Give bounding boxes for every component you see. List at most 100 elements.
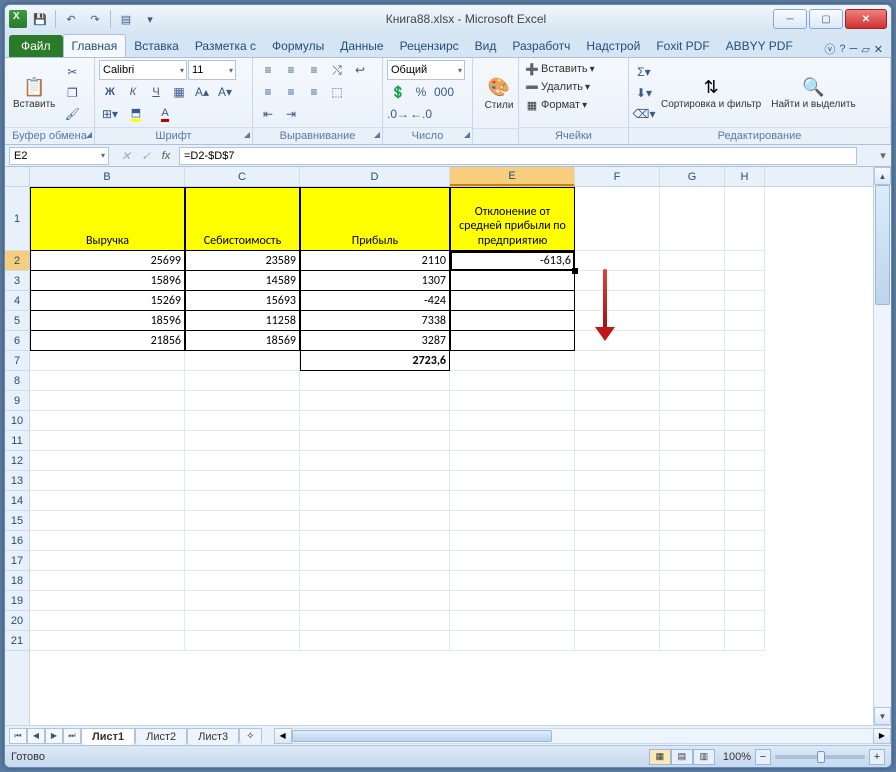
cell[interactable]: [30, 591, 185, 611]
cell[interactable]: [725, 591, 765, 611]
cell[interactable]: Отклонение от средней прибыли по предпри…: [450, 187, 575, 251]
cell[interactable]: [725, 187, 765, 251]
format-painter-icon[interactable]: 🖌: [61, 104, 83, 124]
cell[interactable]: [725, 451, 765, 471]
cell[interactable]: [660, 271, 725, 291]
cell[interactable]: [575, 531, 660, 551]
cell[interactable]: [575, 291, 660, 311]
mdi-restore-icon[interactable]: ▱: [861, 43, 869, 56]
fill-color-button[interactable]: ⬒: [122, 104, 150, 124]
font-name-combo[interactable]: Calibri: [99, 60, 187, 80]
select-all-corner[interactable]: [5, 167, 29, 187]
new-sheet-icon[interactable]: ✧: [239, 728, 261, 744]
cell[interactable]: [30, 551, 185, 571]
cell[interactable]: [450, 511, 575, 531]
cell[interactable]: [450, 291, 575, 311]
cell[interactable]: [575, 591, 660, 611]
decrease-font-icon[interactable]: A▾: [214, 82, 236, 102]
row-header[interactable]: 6: [5, 331, 29, 351]
cell[interactable]: [575, 351, 660, 371]
font-color-button[interactable]: A: [151, 104, 179, 124]
view-pagelayout-icon[interactable]: ▤: [671, 749, 693, 765]
row-header[interactable]: 21: [5, 631, 29, 651]
cell[interactable]: [30, 411, 185, 431]
cell[interactable]: [300, 451, 450, 471]
increase-font-icon[interactable]: A▴: [191, 82, 213, 102]
cell[interactable]: [300, 571, 450, 591]
border-dropdown-icon[interactable]: ⊞▾: [99, 104, 121, 124]
col-header[interactable]: H: [725, 167, 765, 186]
cell[interactable]: [30, 531, 185, 551]
cell[interactable]: [185, 351, 300, 371]
cell[interactable]: [660, 371, 725, 391]
cell[interactable]: [725, 311, 765, 331]
cell[interactable]: [725, 471, 765, 491]
cell[interactable]: [725, 511, 765, 531]
row-header[interactable]: 11: [5, 431, 29, 451]
cell[interactable]: 1307: [300, 271, 450, 291]
zoom-slider[interactable]: [775, 755, 865, 759]
cell[interactable]: [660, 491, 725, 511]
cell[interactable]: [575, 491, 660, 511]
row-header[interactable]: 5: [5, 311, 29, 331]
cell[interactable]: 23589: [185, 251, 300, 271]
decrease-indent-icon[interactable]: ⇤: [257, 104, 279, 124]
qat-redo-icon[interactable]: ↷: [84, 8, 106, 30]
cell[interactable]: [30, 351, 185, 371]
align-top-icon[interactable]: ≡: [257, 60, 279, 80]
cell[interactable]: [450, 591, 575, 611]
cell[interactable]: [185, 611, 300, 631]
number-format-combo[interactable]: Общий: [387, 60, 465, 80]
view-pagebreak-icon[interactable]: ▥: [693, 749, 715, 765]
row-header[interactable]: 20: [5, 611, 29, 631]
cell[interactable]: [30, 571, 185, 591]
cell[interactable]: [300, 611, 450, 631]
zoom-in-button[interactable]: +: [869, 749, 885, 765]
cell[interactable]: [30, 491, 185, 511]
row-header[interactable]: 3: [5, 271, 29, 291]
cell[interactable]: [575, 411, 660, 431]
cell[interactable]: [450, 391, 575, 411]
cell[interactable]: [450, 271, 575, 291]
cell[interactable]: [300, 531, 450, 551]
cell[interactable]: 21856: [30, 331, 185, 351]
increase-decimal-icon[interactable]: .0→: [387, 104, 409, 124]
cell[interactable]: 3287: [300, 331, 450, 351]
align-right-icon[interactable]: ≡: [303, 82, 325, 102]
cell[interactable]: [725, 431, 765, 451]
tab-view[interactable]: Вид: [467, 35, 505, 57]
clipboard-launcher-icon[interactable]: ◢: [86, 130, 92, 139]
name-box[interactable]: E2: [9, 147, 109, 165]
qat-print-icon[interactable]: ▤: [115, 8, 137, 30]
cell[interactable]: [185, 371, 300, 391]
help-icon[interactable]: ?: [839, 43, 845, 55]
vertical-scrollbar[interactable]: ▲ ▼: [873, 167, 891, 725]
align-center-icon[interactable]: ≡: [280, 82, 302, 102]
cell[interactable]: [300, 471, 450, 491]
minimize-button[interactable]: ─: [773, 9, 807, 29]
cell[interactable]: [185, 471, 300, 491]
row-header[interactable]: 19: [5, 591, 29, 611]
cell[interactable]: 2110: [300, 251, 450, 271]
cell[interactable]: [450, 631, 575, 651]
cell[interactable]: [450, 331, 575, 351]
row-header[interactable]: 14: [5, 491, 29, 511]
qat-customize-icon[interactable]: ▾: [139, 8, 161, 30]
cell[interactable]: [450, 551, 575, 571]
cell[interactable]: [725, 391, 765, 411]
cell[interactable]: [725, 551, 765, 571]
cell[interactable]: [575, 571, 660, 591]
cell[interactable]: Прибыль: [300, 187, 450, 251]
cell[interactable]: [575, 511, 660, 531]
row-header[interactable]: 12: [5, 451, 29, 471]
cell[interactable]: [660, 251, 725, 271]
cell[interactable]: [30, 431, 185, 451]
cell[interactable]: [660, 411, 725, 431]
row-header[interactable]: 17: [5, 551, 29, 571]
vscroll-thumb[interactable]: [875, 185, 890, 305]
cell[interactable]: 2723,6: [300, 351, 450, 371]
col-header[interactable]: D: [300, 167, 450, 186]
cells-delete-button[interactable]: ➖Удалить ▾: [523, 78, 624, 96]
cell[interactable]: [725, 331, 765, 351]
cell[interactable]: [725, 291, 765, 311]
